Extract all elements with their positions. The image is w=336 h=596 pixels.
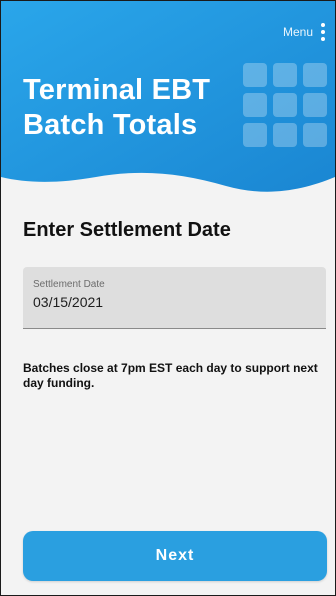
page-title: Terminal EBT Batch Totals	[23, 73, 210, 143]
app-screen: Menu Terminal EBT Batch Totals Enter Set…	[0, 0, 336, 596]
menu-button[interactable]: Menu	[283, 23, 325, 41]
settlement-date-label: Settlement Date	[33, 279, 105, 290]
batch-info-note: Batches close at 7pm EST each day to sup…	[23, 361, 318, 390]
next-button[interactable]: Next	[23, 531, 327, 581]
section-heading: Enter Settlement Date	[23, 219, 231, 241]
vertical-dots-icon	[321, 23, 325, 41]
settlement-date-value[interactable]: 03/15/2021	[33, 294, 316, 310]
header-banner: Menu Terminal EBT Batch Totals	[1, 1, 335, 201]
menu-label: Menu	[282, 25, 313, 39]
page-title-line-1: Terminal EBT	[23, 74, 211, 106]
page-title-line-2: Batch Totals	[23, 109, 198, 141]
grid-icon	[243, 63, 329, 149]
settlement-date-field[interactable]: Settlement Date 03/15/2021	[23, 267, 326, 329]
